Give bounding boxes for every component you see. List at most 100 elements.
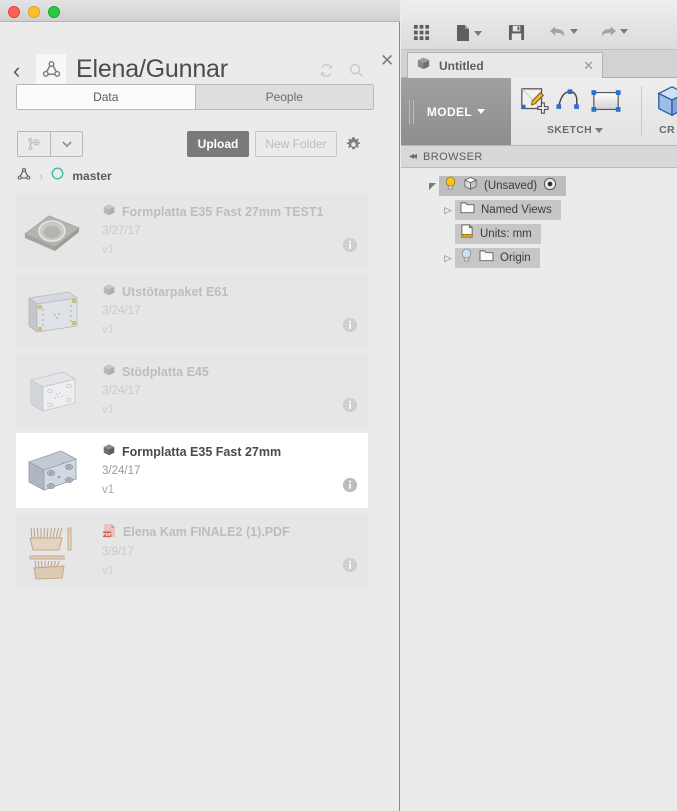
file-name-row: PDF Elena Kam FINALE2 (1).PDF xyxy=(102,523,334,541)
file-name: Formplatta E35 Fast 27mm TEST1 xyxy=(122,204,324,219)
save-icon[interactable] xyxy=(508,24,525,41)
info-icon[interactable] xyxy=(342,477,358,498)
fusion-ribbon: MODEL SKETCH CR xyxy=(401,78,677,146)
tab-data[interactable]: Data xyxy=(17,85,195,109)
file-version: v1 xyxy=(102,484,115,496)
document-tab-label: Untitled xyxy=(439,58,484,73)
new-document-icon[interactable] xyxy=(456,24,482,42)
window-maximize-button[interactable] xyxy=(48,6,60,18)
document-tabstrip: Untitled ✕ xyxy=(401,50,677,78)
tree-node-label: Named Views xyxy=(481,204,552,216)
browser-tree: (Unsaved) ▷ Named Views Units: mm ▷ Orig… xyxy=(401,176,677,272)
spline-icon[interactable] xyxy=(556,88,584,119)
twisty-closed-icon[interactable]: ▷ xyxy=(441,253,455,264)
document-tab-untitled[interactable]: Untitled ✕ xyxy=(407,52,603,78)
version-control-group xyxy=(17,131,83,157)
pdf-icon: PDF xyxy=(102,523,117,541)
tree-node-named-views[interactable]: ▷ Named Views xyxy=(401,200,677,220)
data-panel: ‹ Elena/Gunnar ✕ Data People Upload New … xyxy=(0,22,400,811)
radio-dot-icon[interactable] xyxy=(543,177,557,196)
cube-icon xyxy=(102,203,116,220)
list-item[interactable]: Formplatta E35 Fast 27mm 3/24/17 v1 xyxy=(16,433,368,508)
chevron-down-icon[interactable] xyxy=(620,28,628,34)
cube-icon xyxy=(416,56,431,76)
ribbon-group-create: CR xyxy=(647,78,677,145)
create-sketch-icon[interactable] xyxy=(519,86,549,121)
svg-text:PDF: PDF xyxy=(103,532,112,537)
cube-icon xyxy=(463,176,478,196)
close-panel-button[interactable]: ✕ xyxy=(380,52,394,69)
sketch-label: SKETCH xyxy=(547,124,592,136)
breadcrumb-hub-icon[interactable] xyxy=(16,166,32,187)
chevron-down-icon[interactable] xyxy=(474,30,482,36)
data-panel-header: ‹ Elena/Gunnar ✕ xyxy=(0,22,399,84)
ribbon-group-label-create[interactable]: CR xyxy=(647,124,677,136)
chevron-down-icon[interactable] xyxy=(570,28,578,34)
list-item[interactable]: PDF Elena Kam FINALE2 (1).PDF 3/9/17 v1 xyxy=(16,513,368,588)
tree-node-label: Origin xyxy=(500,252,531,264)
file-thumbnail xyxy=(16,433,88,508)
ribbon-separator xyxy=(641,86,642,136)
undo-icon[interactable] xyxy=(549,24,578,38)
browser-header: ◂◂ BROWSER xyxy=(401,146,677,168)
list-item[interactable]: Utstötarpaket E61 3/24/17 v1 xyxy=(16,273,368,348)
file-thumbnail xyxy=(16,273,88,348)
chevron-down-icon[interactable] xyxy=(594,127,603,133)
info-icon[interactable] xyxy=(342,237,358,258)
info-icon[interactable] xyxy=(342,557,358,578)
chevron-down-icon[interactable] xyxy=(50,132,82,156)
create-box-icon[interactable] xyxy=(655,84,677,123)
file-version: v1 xyxy=(102,404,115,416)
ribbon-group-label-sketch[interactable]: SKETCH xyxy=(511,124,639,136)
units-document-icon xyxy=(460,224,474,244)
traffic-lights xyxy=(8,6,60,18)
file-meta: Formplatta E35 Fast 27mm 3/24/17 v1 xyxy=(102,443,334,496)
rectangle-icon[interactable] xyxy=(591,89,621,118)
search-icon[interactable] xyxy=(348,62,365,84)
collapse-left-icon[interactable]: ◂◂ xyxy=(409,151,417,162)
file-date: 3/24/17 xyxy=(102,305,141,317)
data-panel-toolbar: Upload New Folder xyxy=(0,122,400,164)
twisty-open-icon[interactable] xyxy=(425,182,439,190)
file-name-row: Formplatta E35 Fast 27mm TEST1 xyxy=(102,203,334,220)
tree-node-unsaved[interactable]: (Unsaved) xyxy=(401,176,677,196)
window-minimize-button[interactable] xyxy=(28,6,40,18)
fusion-quick-toolbar xyxy=(401,0,677,50)
tree-node-origin[interactable]: ▷ Origin xyxy=(401,248,677,268)
tab-people[interactable]: People xyxy=(194,85,373,109)
tree-node-body: Named Views xyxy=(455,200,561,220)
page-title: Elena/Gunnar xyxy=(76,55,228,83)
window-close-button[interactable] xyxy=(8,6,20,18)
twisty-closed-icon[interactable]: ▷ xyxy=(441,205,455,216)
file-date: 3/27/17 xyxy=(102,225,141,237)
file-name-row: Stödplatta E45 xyxy=(102,363,334,380)
file-name: Stödplatta E45 xyxy=(122,364,209,379)
list-item[interactable]: Stödplatta E45 3/24/17 v1 xyxy=(16,353,368,428)
fusion-pane: Untitled ✕ MODEL SKETCH CR ◂◂ BROWSER (U… xyxy=(401,0,677,811)
lightbulb-on-icon[interactable] xyxy=(444,176,457,196)
tree-node-units[interactable]: Units: mm xyxy=(401,224,677,244)
chevron-down-icon[interactable] xyxy=(477,109,486,114)
upload-button[interactable]: Upload xyxy=(187,131,249,157)
refresh-icon[interactable] xyxy=(318,62,335,84)
back-button[interactable]: ‹ xyxy=(13,60,20,82)
cube-icon xyxy=(102,363,116,380)
new-version-icon[interactable] xyxy=(18,132,50,156)
file-date: 3/9/17 xyxy=(102,546,134,558)
file-meta: Formplatta E35 Fast 27mm TEST1 3/27/17 v… xyxy=(102,203,334,256)
new-folder-button[interactable]: New Folder xyxy=(255,131,337,157)
close-icon[interactable]: ✕ xyxy=(583,59,594,72)
project-circle-icon xyxy=(50,166,65,186)
list-item[interactable]: Formplatta E35 Fast 27mm TEST1 3/27/17 v… xyxy=(16,193,368,268)
ribbon-grip xyxy=(409,100,414,124)
redo-icon[interactable] xyxy=(599,24,628,38)
lightbulb-off-icon[interactable] xyxy=(460,248,473,268)
breadcrumb: › master xyxy=(16,164,112,188)
info-icon[interactable] xyxy=(342,317,358,338)
gear-icon[interactable] xyxy=(345,136,362,158)
file-meta: Stödplatta E45 3/24/17 v1 xyxy=(102,363,334,416)
info-icon[interactable] xyxy=(342,397,358,418)
app-grid-icon[interactable] xyxy=(413,24,430,41)
data-panel-tabs: Data People xyxy=(16,84,374,110)
workspace-switcher[interactable]: MODEL xyxy=(401,78,511,145)
